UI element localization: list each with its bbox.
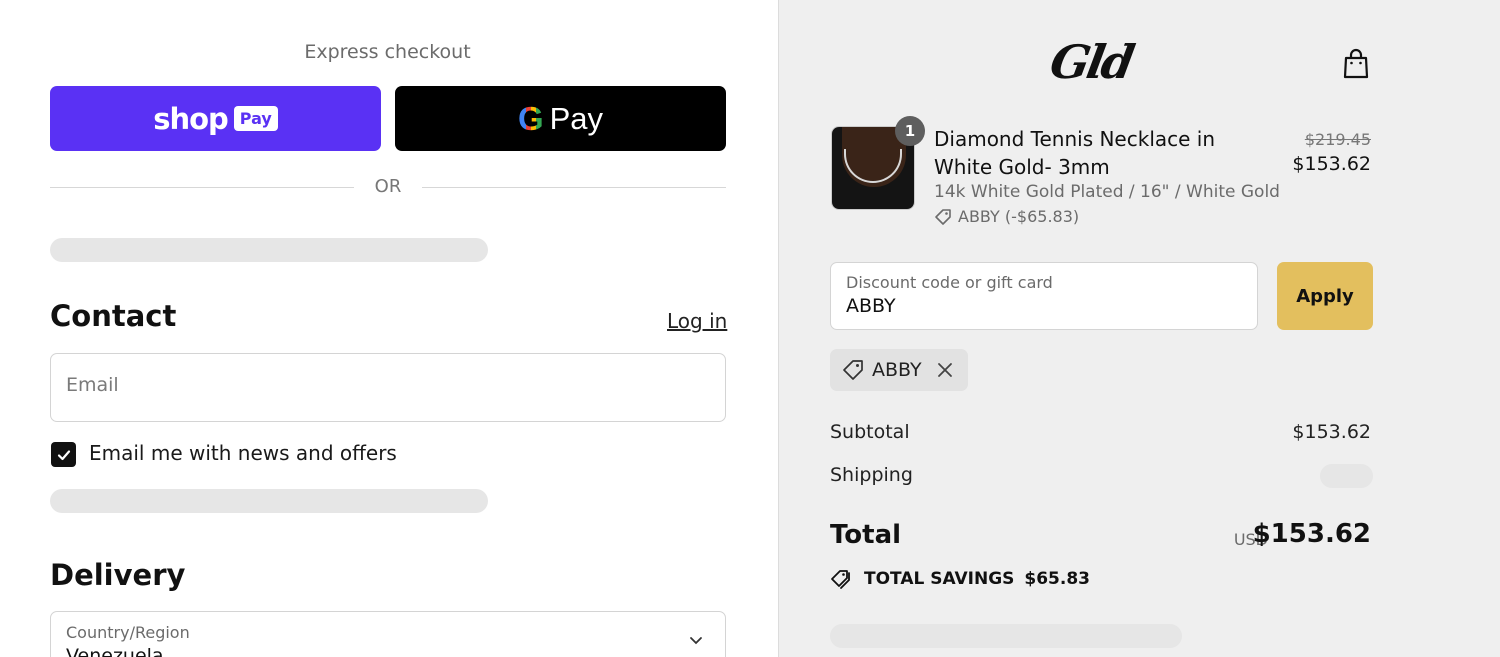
loading-placeholder: [50, 489, 488, 513]
apply-button[interactable]: Apply: [1277, 262, 1373, 330]
newsletter-label: Email me with news and offers: [89, 441, 397, 465]
product-name: Diamond Tennis Necklace in White Gold- 3…: [934, 127, 1216, 179]
savings-value: $65.83: [1024, 569, 1090, 589]
applied-discount-code: ABBY: [872, 359, 922, 381]
login-link[interactable]: Log in: [667, 309, 727, 333]
country-value: Venezuela: [66, 645, 164, 657]
product-variant: 14k White Gold Plated / 16" / White Gold: [934, 182, 1280, 202]
email-placeholder: Email: [66, 374, 119, 396]
loading-placeholder: [830, 624, 1182, 648]
loading-placeholder: [50, 238, 488, 262]
email-field[interactable]: Email: [50, 353, 726, 422]
tag-icon: [843, 360, 863, 380]
shop-pay-wordmark: shop: [153, 101, 229, 136]
country-label: Country/Region: [66, 623, 190, 642]
original-price: $219.45: [1304, 130, 1371, 149]
tag-icon: [935, 208, 951, 225]
country-select[interactable]: Country/Region Venezuela: [50, 611, 726, 657]
contact-heading: Contact: [50, 299, 177, 333]
express-checkout-title: Express checkout: [304, 41, 471, 63]
shop-pay-button[interactable]: shop Pay: [50, 86, 381, 151]
applied-discount-chip: ABBY: [830, 349, 968, 391]
product-discount-text: ABBY (-$65.83): [958, 207, 1080, 226]
discount-code-label: Discount code or gift card: [846, 273, 1053, 292]
google-pay-label: Pay: [549, 100, 604, 136]
subtotal-label: Subtotal: [830, 421, 910, 443]
checkout-form-panel: Express checkout shop Pay G Pay OR Conta…: [0, 0, 778, 657]
or-divider: OR: [50, 176, 726, 198]
quantity-badge: 1: [895, 116, 925, 146]
store-logo[interactable]: Gld: [1046, 35, 1135, 89]
google-pay-button[interactable]: G Pay: [395, 86, 726, 151]
total-savings: TOTAL SAVINGS $65.83: [830, 568, 1090, 590]
shop-pay-badge: Pay: [233, 106, 278, 131]
total-label: Total: [830, 520, 902, 550]
newsletter-checkbox[interactable]: [51, 442, 76, 467]
discount-code-input[interactable]: Discount code or gift card ABBY: [830, 262, 1258, 330]
total-value: $153.62: [1252, 519, 1371, 549]
shipping-loading-placeholder: [1320, 464, 1373, 488]
google-g-icon: G: [517, 99, 544, 137]
checkmark-icon: [57, 449, 70, 460]
shipping-label: Shipping: [830, 464, 913, 486]
discount-code-value: ABBY: [846, 295, 896, 317]
savings-label: TOTAL SAVINGS: [864, 569, 1015, 589]
divider-line-right: [422, 187, 726, 188]
order-summary-panel: Gld 1 Diamond Tennis Necklace in White G…: [778, 0, 1500, 657]
savings-tag-icon: [831, 570, 850, 589]
remove-discount-icon[interactable]: [936, 361, 954, 379]
shopping-bag-icon[interactable]: [1342, 48, 1370, 80]
product-discount: ABBY (-$65.83): [934, 207, 1079, 226]
discounted-price: $153.62: [1292, 153, 1371, 175]
subtotal-value: $153.62: [1292, 421, 1371, 443]
delivery-heading: Delivery: [50, 558, 186, 592]
chevron-down-icon: [690, 637, 702, 645]
